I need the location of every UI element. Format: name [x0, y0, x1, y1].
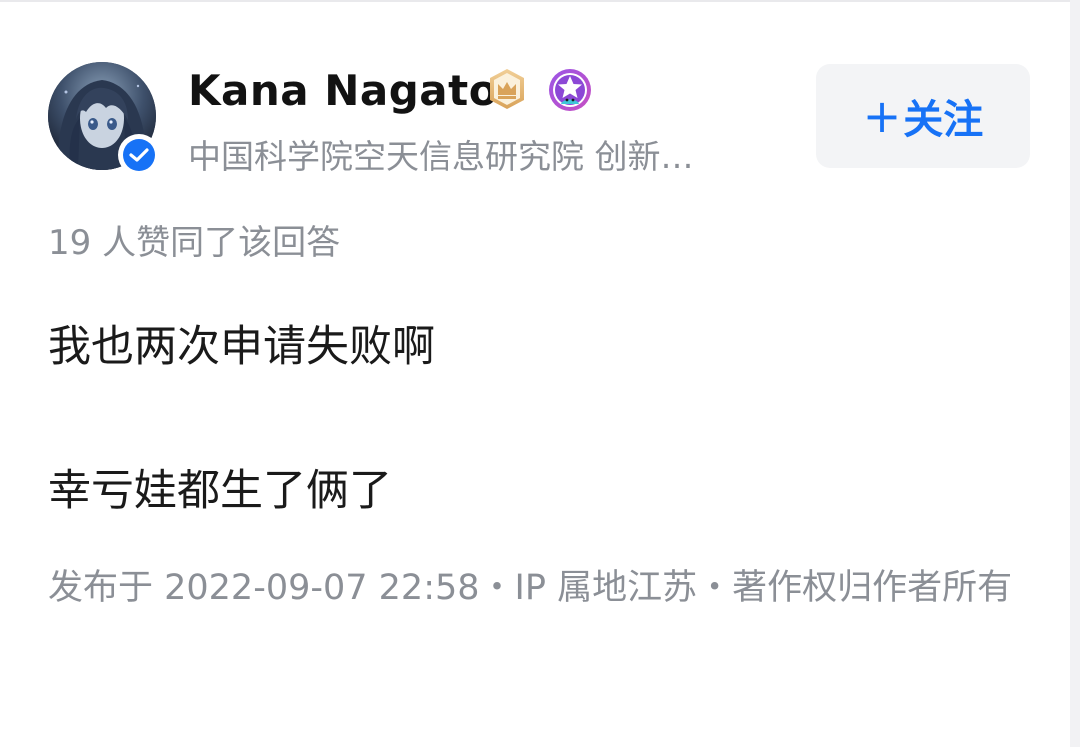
author-name[interactable]: Kana Nagato [188, 66, 498, 115]
answer-text-line: 幸亏娃都生了俩了 [48, 466, 392, 516]
author-headline: 中国科学院空天信息研究院 创新… [188, 137, 694, 176]
follow-button[interactable]: + 关注 [816, 64, 1030, 168]
post-meta: 发布于 2022-09-07 22:58・IP 属地江苏・著作权归作者所有 [48, 568, 1013, 608]
verified-check-icon [118, 134, 160, 176]
crown-badge-icon[interactable] [486, 68, 528, 110]
star-badge-icon[interactable] [548, 68, 592, 112]
right-edge [1070, 0, 1080, 747]
plus-icon: + [862, 89, 902, 143]
top-divider [0, 0, 1080, 2]
likes-count[interactable]: 19 人赞同了该回答 [48, 215, 340, 264]
answer-text-line: 我也两次申请失败啊 [48, 322, 435, 372]
follow-label: 关注 [903, 97, 984, 143]
author-header: Kana Nagato 中国科学院空天信息研究院 创新… + 关注 [48, 62, 1033, 176]
